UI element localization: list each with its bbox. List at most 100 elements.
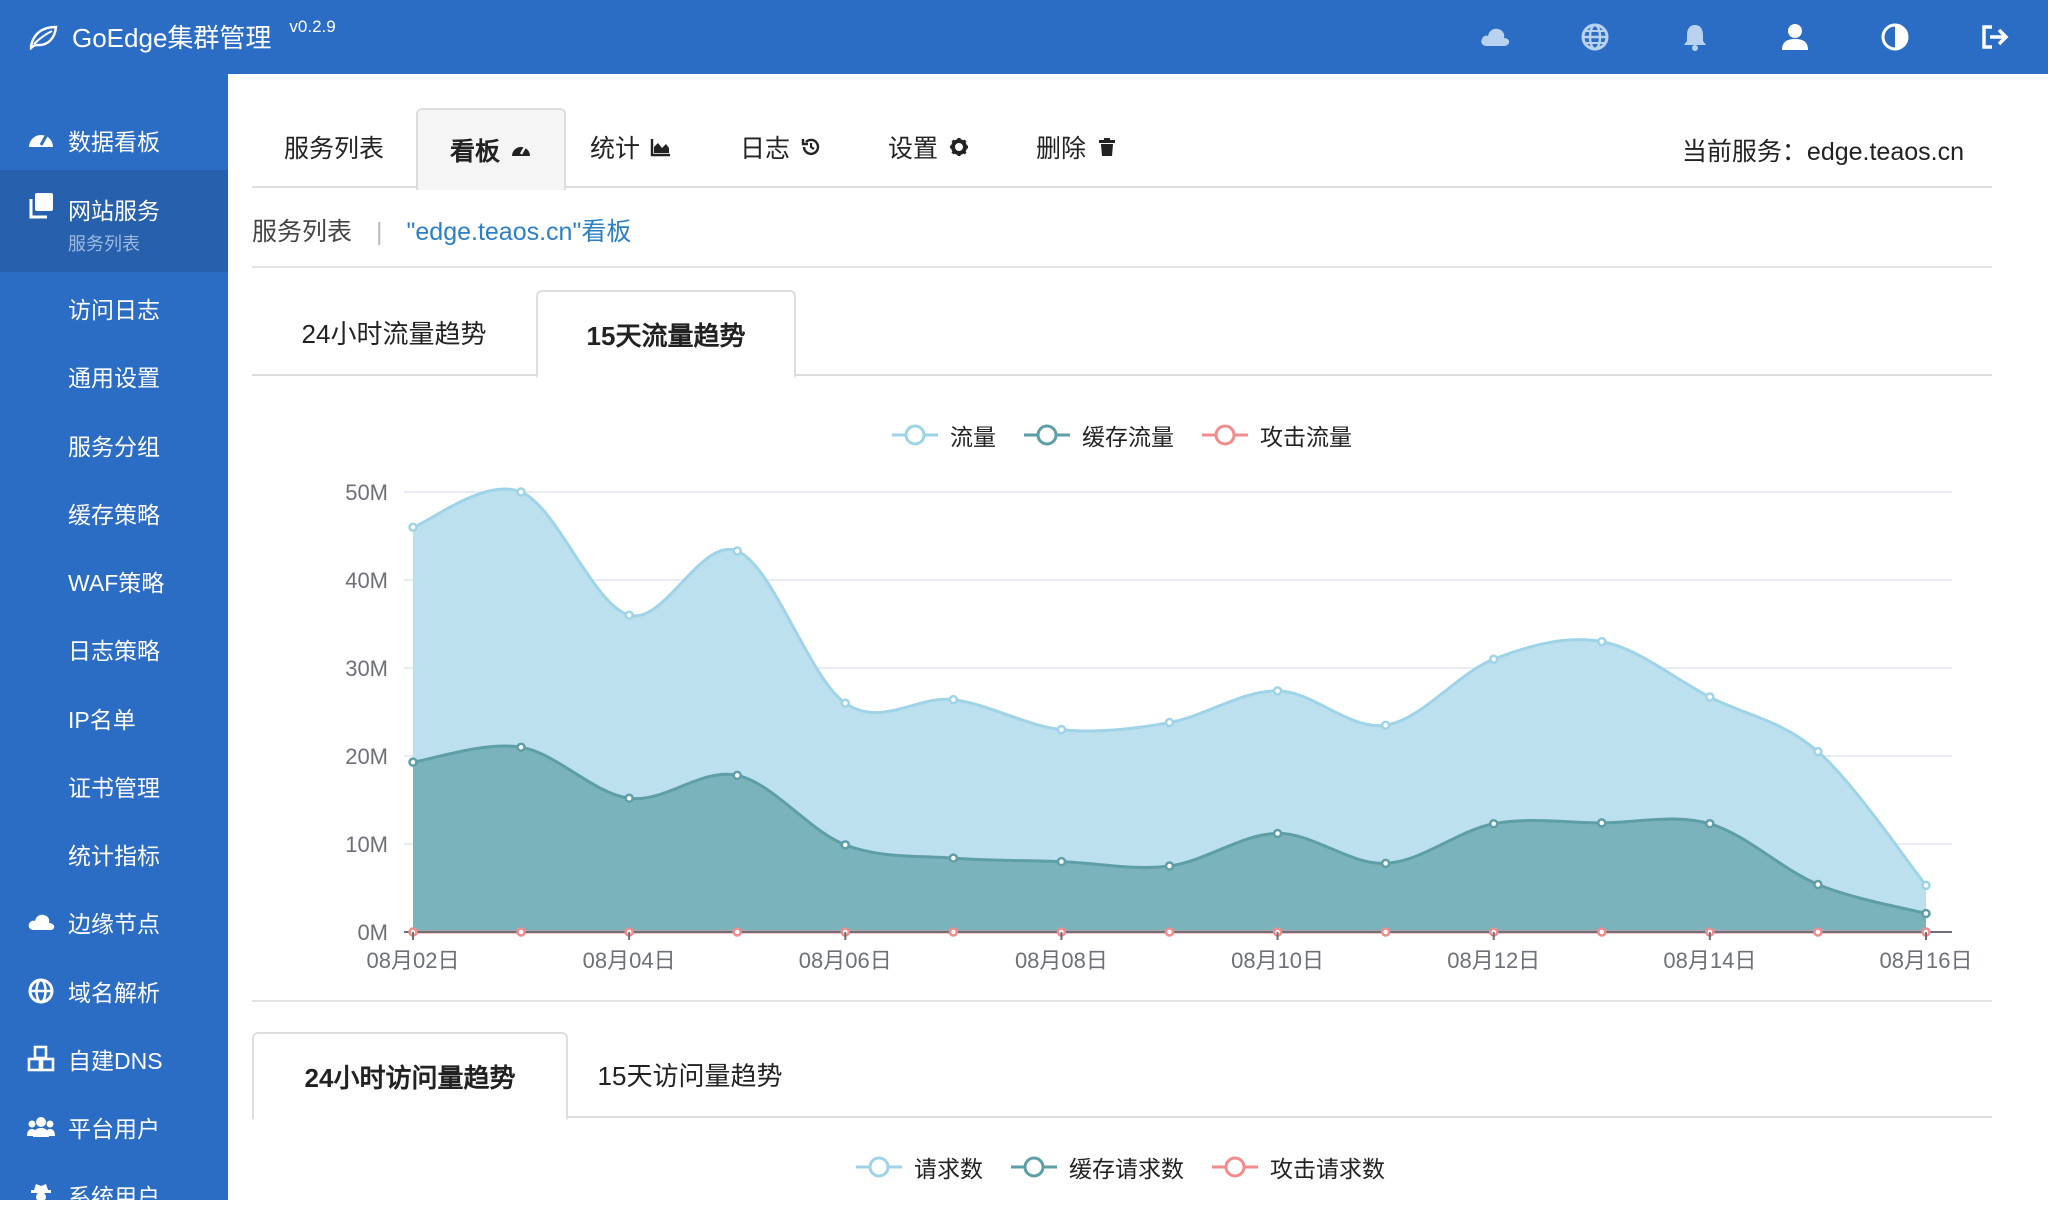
attack-point xyxy=(516,927,526,937)
request-tabs: 24小时访问量趋势 15天访问量趋势 xyxy=(252,1032,1992,1120)
sidebar-item-log-policy[interactable]: 日志策略 xyxy=(0,615,228,683)
cache-point xyxy=(1597,818,1607,828)
users-icon xyxy=(27,1117,55,1137)
sidebar-item-system-users[interactable]: 系统用户 xyxy=(0,1161,228,1229)
legend-item-requests[interactable]: 请求数 xyxy=(854,1150,983,1184)
y-tick-label: 40M xyxy=(345,568,388,593)
sidebar-item-service-groups[interactable]: 服务分组 xyxy=(0,411,228,479)
traffic-point xyxy=(1380,720,1391,730)
cache-point xyxy=(1813,879,1823,890)
y-tick-label: 10M xyxy=(345,832,388,857)
globe-icon xyxy=(28,978,54,1004)
divider xyxy=(252,1000,1992,1002)
logout-icon[interactable] xyxy=(1978,20,2012,54)
cache-point xyxy=(624,793,634,803)
attack-point xyxy=(1164,927,1175,937)
sidebar-item-label: 服务分组 xyxy=(68,434,160,460)
sidebar-item-edge-nodes[interactable]: 边缘节点 xyxy=(0,888,228,956)
sidebar-item-label: 边缘节点 xyxy=(68,911,160,937)
bell-icon[interactable] xyxy=(1678,20,1712,54)
y-tick-label: 50M xyxy=(345,480,388,505)
sidebar-item-label: 缓存策略 xyxy=(68,502,160,528)
sidebar-item-dashboard[interactable]: 数据看板 xyxy=(0,106,228,174)
user-icon[interactable] xyxy=(1778,20,1812,54)
cache-point xyxy=(732,770,742,781)
app-title: GoEdge集群管理 xyxy=(72,23,272,53)
traffic-point xyxy=(840,698,851,708)
traffic-point xyxy=(1488,654,1499,664)
sidebar-item-label: 自建DNS xyxy=(68,1048,163,1074)
cache-point xyxy=(1488,819,1499,829)
sidebar-item-label: 数据看板 xyxy=(68,129,160,155)
cache-point xyxy=(948,853,959,863)
copy-icon xyxy=(29,193,53,219)
request-legend: 请求数 缓存请求数 攻击请求数 xyxy=(854,1150,1385,1184)
cache-point xyxy=(1164,861,1175,871)
brand[interactable]: GoEdge集群管理 v0.2.9 xyxy=(28,16,336,55)
sidebar-item-label: 域名解析 xyxy=(68,980,160,1006)
cloud-icon[interactable] xyxy=(1478,20,1512,54)
traffic-point xyxy=(408,522,418,532)
tab-requests-15d[interactable]: 15天访问量趋势 xyxy=(564,1032,816,1116)
cache-point xyxy=(1705,819,1715,829)
attack-point xyxy=(1597,927,1607,937)
traffic-point xyxy=(1921,880,1931,891)
sidebar-item-label: 访问日志 xyxy=(68,297,160,323)
legend-label: 缓存请求数 xyxy=(1069,1156,1184,1182)
tab-requests-24h[interactable]: 24小时访问量趋势 xyxy=(252,1032,568,1120)
sidebar-item-label: 证书管理 xyxy=(68,775,160,801)
cache-point xyxy=(1272,828,1283,839)
sidebar-item-waf-policy[interactable]: WAF策略 xyxy=(0,547,228,615)
top-bar: GoEdge集群管理 v0.2.9 xyxy=(0,0,2048,74)
sidebar-item-dns[interactable]: 域名解析 xyxy=(0,957,228,1025)
cache-point xyxy=(1056,856,1067,867)
x-tick-label: 08月02日 xyxy=(367,948,460,973)
legend-item-attack-requests[interactable]: 攻击请求数 xyxy=(1210,1150,1385,1184)
sidebar-item-label: WAF策略 xyxy=(68,570,165,596)
sidebar-item-label: IP名单 xyxy=(68,707,136,733)
x-tick-label: 08月06日 xyxy=(799,948,892,973)
traffic-point xyxy=(732,546,742,556)
cache-point xyxy=(840,840,851,850)
traffic-point xyxy=(624,610,634,620)
dashboard-icon xyxy=(29,135,53,147)
traffic-point xyxy=(1705,692,1715,702)
sidebar-item-self-dns[interactable]: 自建DNS xyxy=(0,1025,228,1093)
sidebar-item-label: 平台用户 xyxy=(68,1116,160,1142)
legend-marker-requests xyxy=(856,1156,902,1178)
cache-point xyxy=(408,757,418,767)
main-content: 服务列表 看板 统计 日志 设置 删除 当前服务：edge.teaos.cn 服… xyxy=(228,74,2048,1200)
sidebar-item-platform-users[interactable]: 平台用户 xyxy=(0,1093,228,1161)
sidebar-item-sublabel: 服务列表 xyxy=(68,234,140,254)
sidebar-item-ip-list[interactable]: IP名单 xyxy=(0,684,228,752)
traffic-point xyxy=(1164,717,1175,728)
sidebar-item-certificates[interactable]: 证书管理 xyxy=(0,752,228,820)
app-version: v0.2.9 xyxy=(289,16,336,36)
x-tick-label: 08月04日 xyxy=(583,948,676,973)
tab-label: 24小时访问量趋势 xyxy=(304,1062,516,1093)
x-tick-label: 08月16日 xyxy=(1880,948,1973,973)
tab-label: 15天访问量趋势 xyxy=(597,1060,783,1091)
traffic-point xyxy=(1056,724,1067,735)
x-tick-label: 08月08日 xyxy=(1015,948,1108,973)
traffic-point xyxy=(1813,746,1823,757)
sidebar-item-access-log[interactable]: 访问日志 xyxy=(0,274,228,342)
y-tick-label: 0M xyxy=(357,920,388,945)
legend-marker-attack-requests xyxy=(1212,1156,1258,1178)
cubes-icon xyxy=(27,1045,55,1072)
legend-marker-cache-requests xyxy=(1011,1156,1057,1178)
globe-icon[interactable] xyxy=(1578,20,1612,54)
legend-label: 请求数 xyxy=(914,1156,983,1182)
sidebar-item-cache-policy[interactable]: 缓存策略 xyxy=(0,479,228,547)
sidebar-item-label: 系统用户 xyxy=(68,1184,160,1210)
sidebar-item-websites[interactable]: 网站服务 服务列表 xyxy=(0,170,228,272)
x-tick-label: 08月14日 xyxy=(1663,948,1756,973)
traffic-point xyxy=(1597,636,1607,647)
user-secret-icon xyxy=(31,1184,51,1210)
sidebar-item-general-settings[interactable]: 通用设置 xyxy=(0,342,228,410)
sidebar-item-label: 网站服务 xyxy=(68,198,160,224)
attack-point xyxy=(1380,927,1391,937)
sidebar-item-metrics[interactable]: 统计指标 xyxy=(0,820,228,888)
legend-item-cache-requests[interactable]: 缓存请求数 xyxy=(1009,1150,1184,1184)
contrast-icon[interactable] xyxy=(1878,20,1912,54)
